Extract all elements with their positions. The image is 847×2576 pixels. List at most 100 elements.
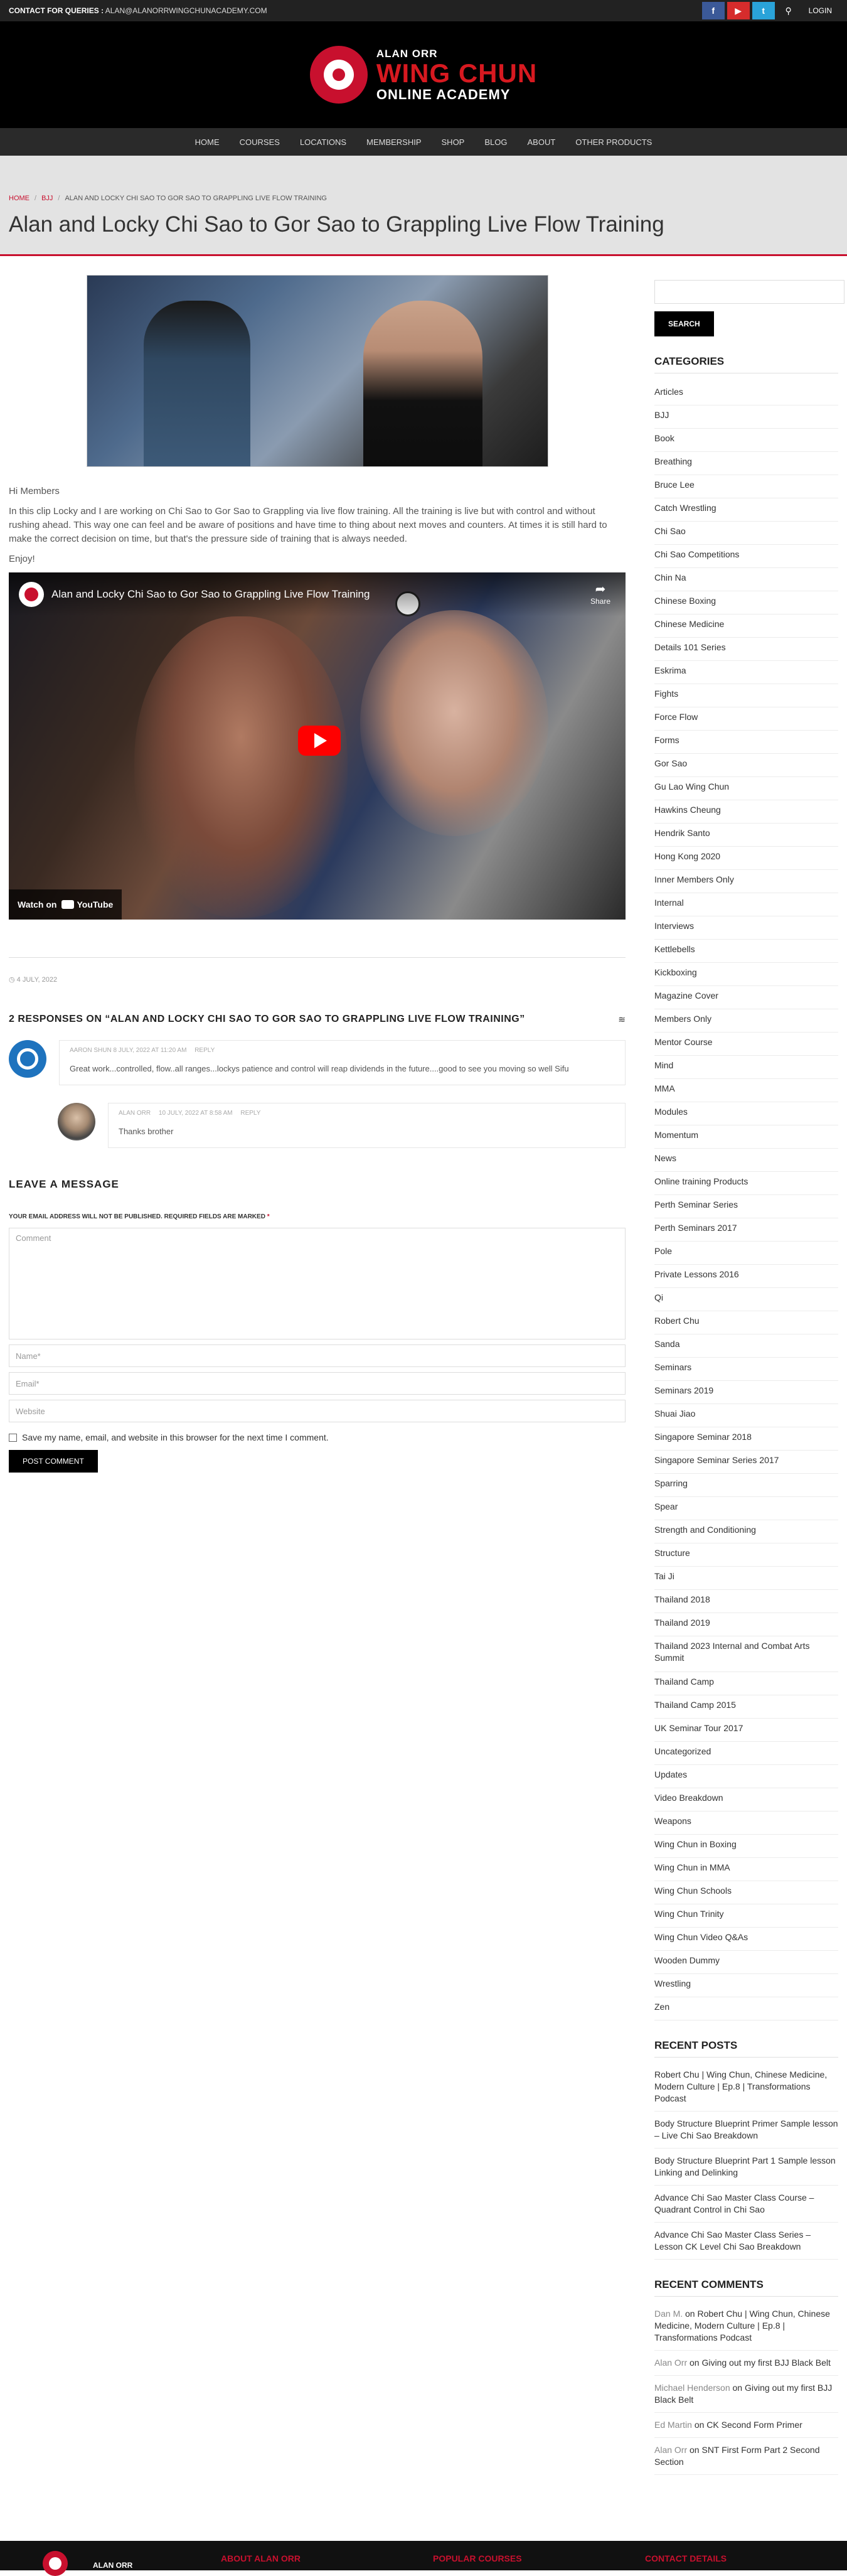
- category-item[interactable]: Thailand 2018: [654, 1590, 838, 1613]
- category-item[interactable]: Sanda: [654, 1334, 838, 1358]
- category-item[interactable]: Magazine Cover: [654, 986, 838, 1009]
- comment-author[interactable]: AARON SHUN: [70, 1047, 112, 1054]
- breadcrumb-category[interactable]: BJJ: [41, 195, 53, 202]
- category-item[interactable]: Perth Seminar Series: [654, 1195, 838, 1218]
- category-item[interactable]: Inner Members Only: [654, 870, 838, 893]
- category-item[interactable]: Forms: [654, 731, 838, 754]
- category-item[interactable]: Thailand Camp: [654, 1672, 838, 1695]
- category-item[interactable]: Sparring: [654, 1474, 838, 1497]
- email-field[interactable]: Email*: [9, 1372, 626, 1395]
- nav-locations[interactable]: LOCATIONS: [300, 137, 346, 147]
- sidebar-search-button[interactable]: SEARCH: [654, 311, 714, 336]
- category-item[interactable]: Breathing: [654, 452, 838, 475]
- category-item[interactable]: Momentum: [654, 1125, 838, 1149]
- nav-other-products[interactable]: OTHER PRODUCTS: [575, 137, 652, 147]
- category-item[interactable]: Updates: [654, 1765, 838, 1788]
- category-item[interactable]: Wing Chun Video Q&As: [654, 1928, 838, 1951]
- rss-icon[interactable]: ≋: [618, 1014, 626, 1025]
- category-item[interactable]: Book: [654, 429, 838, 452]
- category-item[interactable]: Kickboxing: [654, 963, 838, 986]
- recent-post-item[interactable]: Advance Chi Sao Master Class Series – Le…: [654, 2223, 838, 2260]
- comment-date[interactable]: 10 JULY, 2022 AT 8:58 AM: [159, 1110, 233, 1117]
- nav-membership[interactable]: MEMBERSHIP: [366, 137, 421, 147]
- youtube-video-embed[interactable]: Alan and Locky Chi Sao to Gor Sao to Gra…: [9, 572, 626, 920]
- category-item[interactable]: Wing Chun in Boxing: [654, 1835, 838, 1858]
- breadcrumb-home[interactable]: HOME: [9, 195, 29, 202]
- category-item[interactable]: Members Only: [654, 1009, 838, 1033]
- nav-about[interactable]: ABOUT: [527, 137, 555, 147]
- category-item[interactable]: Online training Products: [654, 1172, 838, 1195]
- category-item[interactable]: Singapore Seminar 2018: [654, 1427, 838, 1451]
- category-item[interactable]: Uncategorized: [654, 1742, 838, 1765]
- category-item[interactable]: Catch Wrestling: [654, 498, 838, 522]
- category-item[interactable]: Pole: [654, 1242, 838, 1265]
- category-item[interactable]: Strength and Conditioning: [654, 1520, 838, 1543]
- category-item[interactable]: News: [654, 1149, 838, 1172]
- category-item[interactable]: Internal: [654, 893, 838, 916]
- recent-post-item[interactable]: Robert Chu | Wing Chun, Chinese Medicine…: [654, 2063, 838, 2112]
- category-item[interactable]: Singapore Seminar Series 2017: [654, 1451, 838, 1474]
- category-item[interactable]: Thailand Camp 2015: [654, 1695, 838, 1719]
- category-item[interactable]: Interviews: [654, 916, 838, 940]
- recent-post-item[interactable]: Body Structure Blueprint Primer Sample l…: [654, 2112, 838, 2149]
- category-item[interactable]: Seminars 2019: [654, 1381, 838, 1404]
- recent-post-item[interactable]: Advance Chi Sao Master Class Course – Qu…: [654, 2186, 838, 2223]
- category-item[interactable]: Eskrima: [654, 661, 838, 684]
- category-item[interactable]: Force Flow: [654, 707, 838, 731]
- category-item[interactable]: Video Breakdown: [654, 1788, 838, 1811]
- category-item[interactable]: Zen: [654, 1997, 838, 2021]
- category-item[interactable]: Structure: [654, 1543, 838, 1567]
- website-field[interactable]: Website: [9, 1400, 626, 1422]
- channel-avatar[interactable]: [19, 582, 44, 607]
- watch-on-youtube-button[interactable]: Watch on YouTube: [9, 889, 122, 920]
- contact-email-link[interactable]: ALAN@ALANORRWINGCHUNACADEMY.COM: [105, 6, 267, 15]
- category-item[interactable]: Chinese Medicine: [654, 614, 838, 638]
- play-icon[interactable]: [298, 726, 341, 756]
- category-item[interactable]: Hawkins Cheung: [654, 800, 838, 824]
- category-item[interactable]: Wing Chun Trinity: [654, 1904, 838, 1928]
- category-item[interactable]: Mentor Course: [654, 1033, 838, 1056]
- category-item[interactable]: Hendrik Santo: [654, 824, 838, 847]
- category-item[interactable]: Hong Kong 2020: [654, 847, 838, 870]
- category-item[interactable]: Thailand 2019: [654, 1613, 838, 1636]
- category-item[interactable]: Private Lessons 2016: [654, 1265, 838, 1288]
- category-item[interactable]: Tai Ji: [654, 1567, 838, 1590]
- save-info-checkbox[interactable]: [9, 1433, 17, 1442]
- category-item[interactable]: Robert Chu: [654, 1311, 838, 1334]
- category-item[interactable]: Chin Na: [654, 568, 838, 591]
- save-info-option[interactable]: Save my name, email, and website in this…: [9, 1432, 626, 1442]
- comment-author[interactable]: ALAN ORR: [119, 1110, 151, 1117]
- category-item[interactable]: Weapons: [654, 1811, 838, 1835]
- category-item[interactable]: Wrestling: [654, 1974, 838, 1997]
- reply-link[interactable]: REPLY: [194, 1047, 215, 1054]
- category-item[interactable]: Qi: [654, 1288, 838, 1311]
- search-icon[interactable]: ⚲: [777, 6, 800, 16]
- category-item[interactable]: Shuai Jiao: [654, 1404, 838, 1427]
- nav-home[interactable]: HOME: [195, 137, 220, 147]
- nav-courses[interactable]: COURSES: [240, 137, 280, 147]
- category-item[interactable]: Kettlebells: [654, 940, 838, 963]
- share-button[interactable]: ➦ Share: [590, 581, 610, 606]
- category-item[interactable]: Gu Lao Wing Chun: [654, 777, 838, 800]
- category-item[interactable]: Wooden Dummy: [654, 1951, 838, 1974]
- category-item[interactable]: Articles: [654, 382, 838, 405]
- video-title[interactable]: Alan and Locky Chi Sao to Gor Sao to Gra…: [51, 588, 370, 601]
- site-logo[interactable]: ALAN ORR WING CHUN ONLINE ACADEMY: [309, 46, 537, 104]
- nav-blog[interactable]: BLOG: [484, 137, 507, 147]
- category-item[interactable]: Chi Sao Competitions: [654, 545, 838, 568]
- comment-textarea[interactable]: Comment: [9, 1228, 626, 1339]
- comment-date[interactable]: 8 JULY, 2022 AT 11:20 AM: [113, 1047, 186, 1054]
- youtube-icon[interactable]: ▶: [727, 2, 750, 19]
- nav-shop[interactable]: SHOP: [442, 137, 465, 147]
- category-item[interactable]: Wing Chun Schools: [654, 1881, 838, 1904]
- category-item[interactable]: Bruce Lee: [654, 475, 838, 498]
- category-item[interactable]: Mind: [654, 1056, 838, 1079]
- category-item[interactable]: Thailand 2023 Internal and Combat Arts S…: [654, 1636, 838, 1672]
- category-item[interactable]: BJJ: [654, 405, 838, 429]
- category-item[interactable]: Chinese Boxing: [654, 591, 838, 614]
- category-item[interactable]: Seminars: [654, 1358, 838, 1381]
- twitter-icon[interactable]: t: [752, 2, 775, 19]
- category-item[interactable]: Gor Sao: [654, 754, 838, 777]
- category-item[interactable]: Details 101 Series: [654, 638, 838, 661]
- facebook-icon[interactable]: f: [701, 2, 725, 19]
